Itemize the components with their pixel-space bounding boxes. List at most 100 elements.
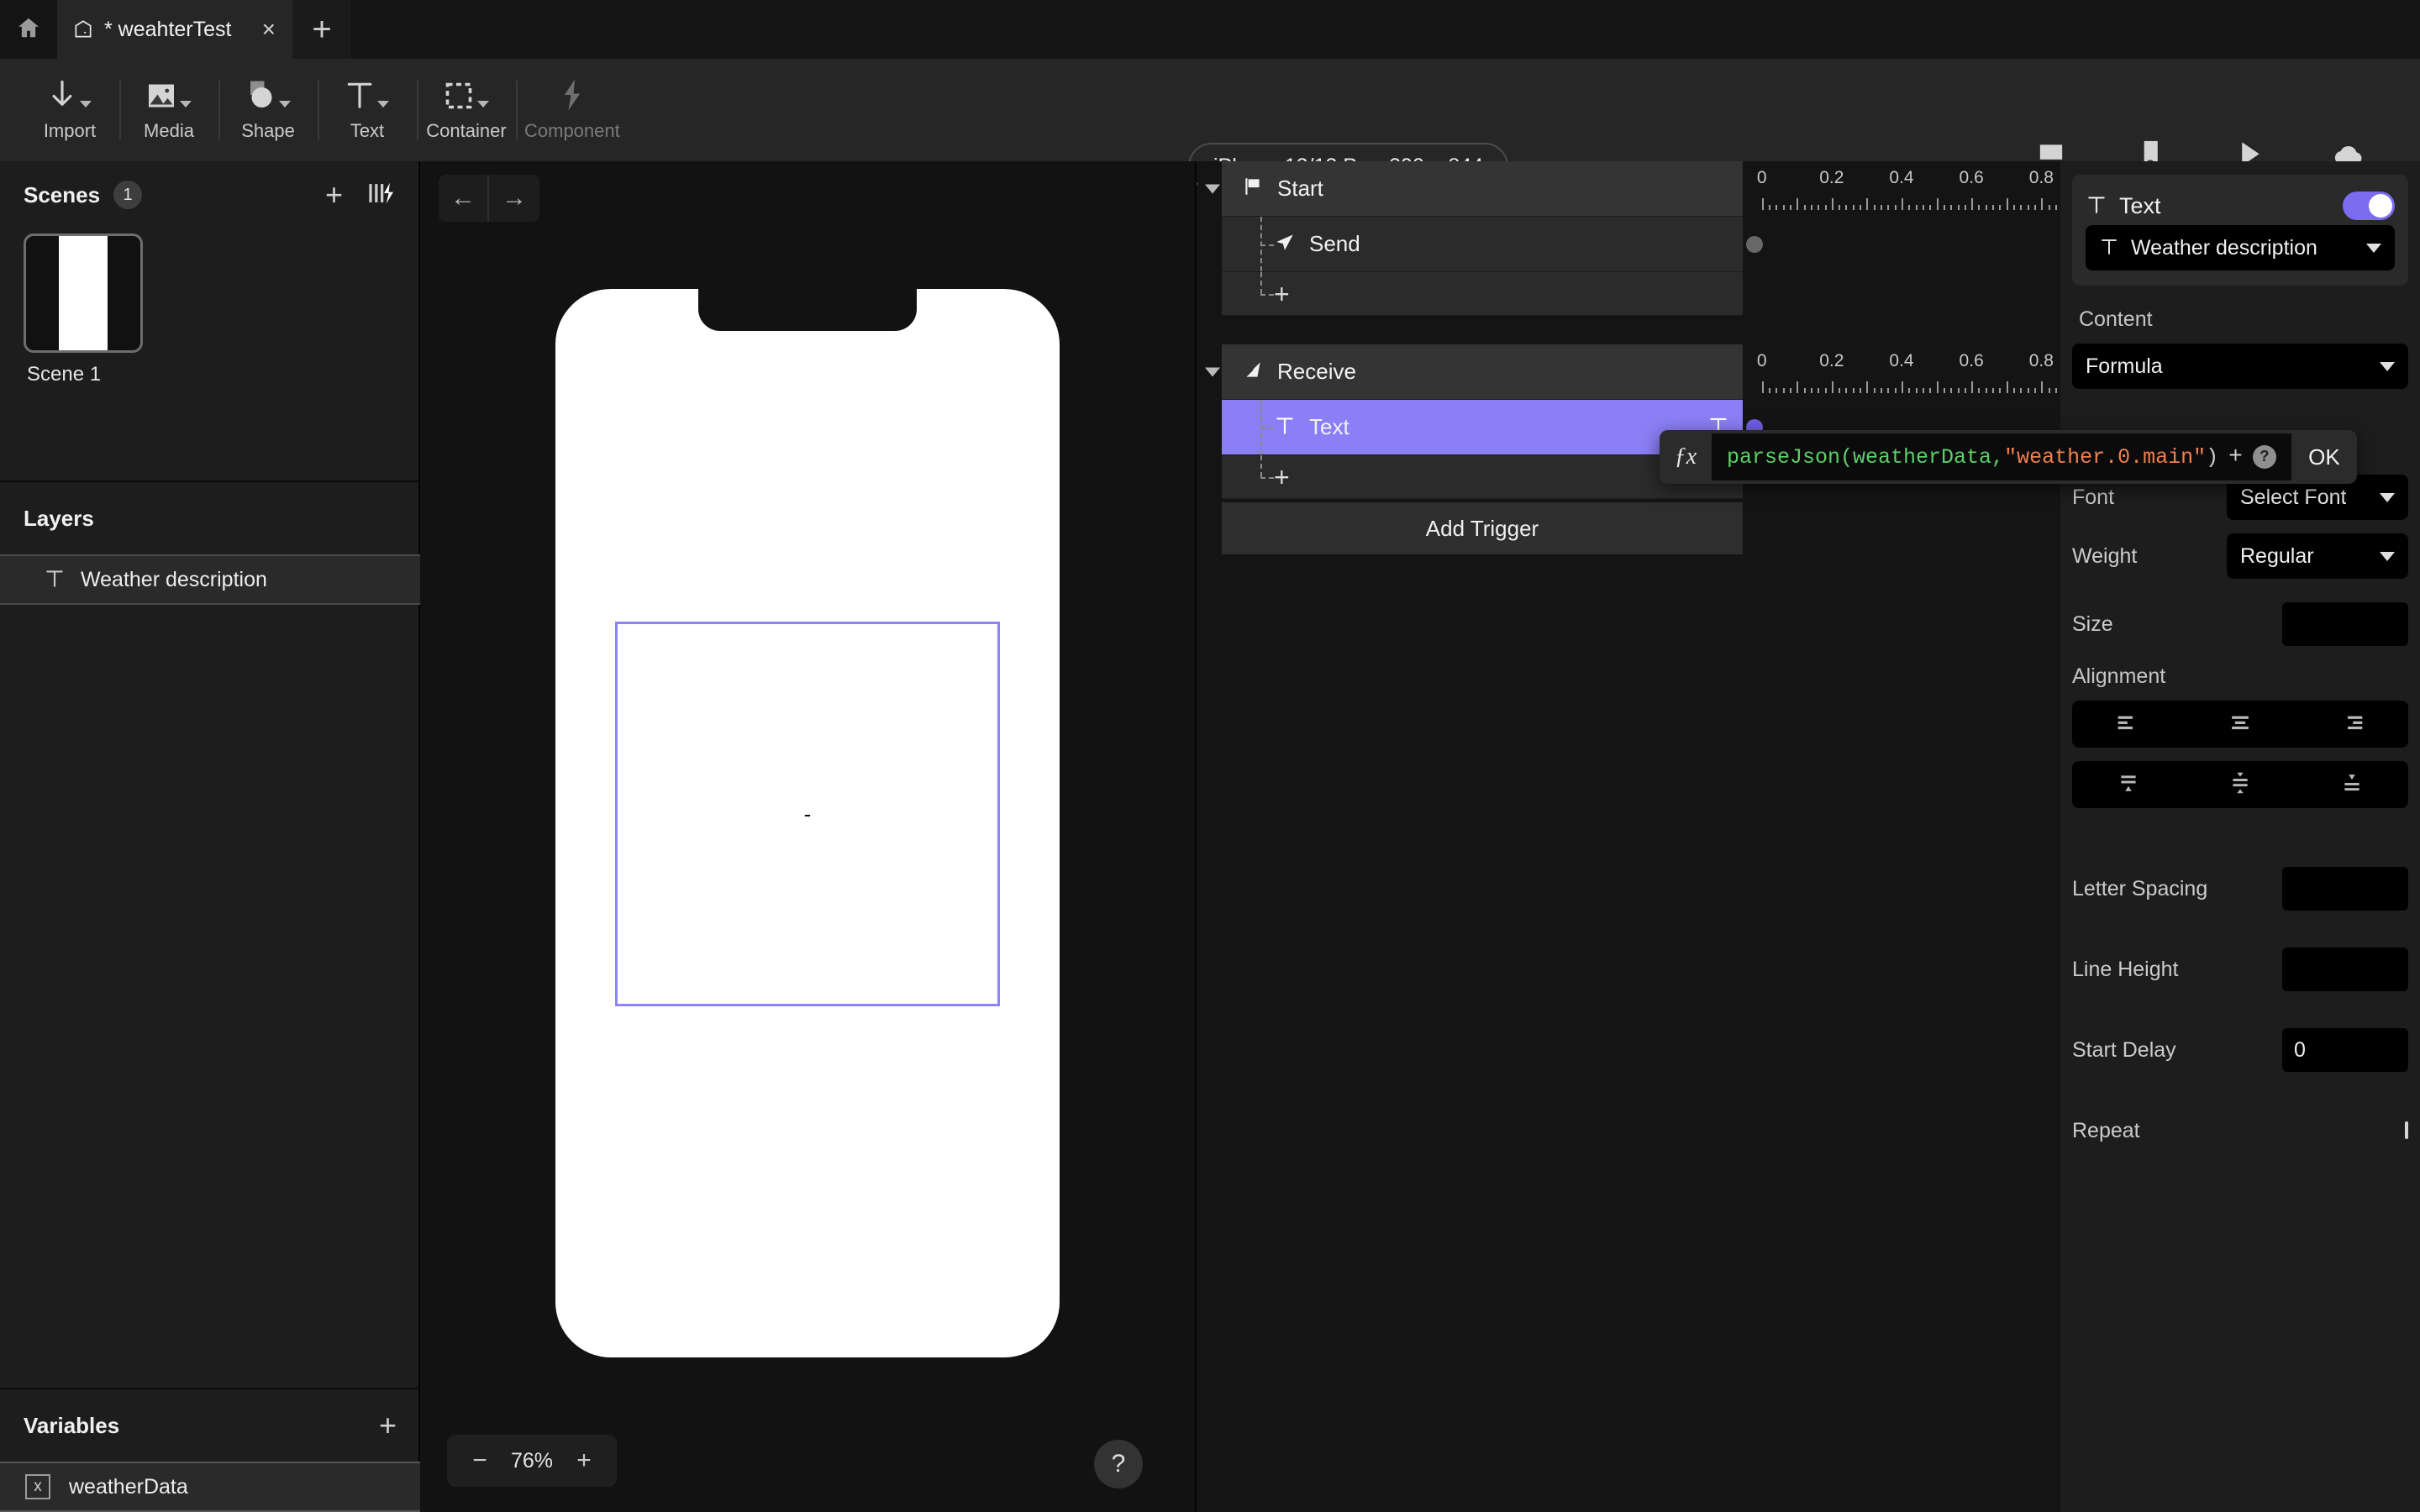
- target-layer-value: Weather description: [2131, 235, 2317, 260]
- ruler-labels: 0 0.2 0.4 0.6 0.8: [1743, 351, 2060, 376]
- toolbar-component[interactable]: Component: [516, 59, 629, 161]
- trigger-action-send[interactable]: Send: [1222, 217, 1743, 272]
- formula-ok-button[interactable]: OK: [2291, 430, 2357, 484]
- align-center-icon: [2227, 711, 2254, 738]
- plus-icon: +: [378, 1408, 397, 1442]
- timeline-start: 0 0.2 0.4 0.6 0.8: [1743, 161, 2060, 272]
- align-middle-button[interactable]: [2184, 761, 2296, 808]
- new-tab-button[interactable]: +: [292, 0, 351, 59]
- vertical-alignment-group: [2072, 761, 2408, 808]
- arrow-right-icon: →: [502, 184, 527, 212]
- formula-append-button[interactable]: +: [2228, 444, 2243, 470]
- align-bottom-button[interactable]: [2296, 761, 2408, 808]
- add-scene-button[interactable]: +: [325, 180, 343, 210]
- repeat-label: Repeat: [2072, 1118, 2140, 1142]
- toolbar-import-label: Import: [43, 119, 97, 141]
- text-t-icon: [44, 567, 66, 593]
- horizontal-alignment-group: [2072, 701, 2408, 748]
- repeat-checkbox[interactable]: [2405, 1121, 2408, 1139]
- selected-text-element[interactable]: -: [615, 622, 1000, 1006]
- add-variable-button[interactable]: +: [379, 1410, 397, 1441]
- variable-item[interactable]: x weatherData: [0, 1462, 420, 1512]
- toolbar-text-label: Text: [350, 119, 385, 141]
- tabbar-empty-space: [351, 0, 2420, 59]
- letter-spacing-row: Letter Spacing: [2072, 848, 2408, 929]
- zoom-in-button[interactable]: +: [570, 1448, 598, 1473]
- home-button[interactable]: [0, 0, 57, 59]
- add-action-start[interactable]: +: [1222, 272, 1743, 316]
- close-icon[interactable]: ×: [260, 18, 277, 41]
- timeline-ruler-receive: 0 0.2 0.4 0.6 0.8: [1743, 344, 2060, 400]
- start-delay-row: Start Delay 0: [2072, 1010, 2408, 1090]
- tree-line: [1260, 272, 1262, 294]
- trigger-group-header-start[interactable]: Start: [1222, 161, 1743, 217]
- formula-input[interactable]: parseJson(weatherData, "weather.0.main" …: [1712, 433, 2291, 480]
- disclosure-triangle-icon[interactable]: [1205, 367, 1220, 377]
- timeline-track-send[interactable]: [1743, 217, 2060, 272]
- formula-help-icon[interactable]: ?: [2252, 445, 2276, 469]
- formula-token-function: parseJson(weatherData,: [1727, 444, 2005, 470]
- nav-forward-button[interactable]: →: [489, 175, 539, 222]
- canvas-area[interactable]: ← → Scene 1 - − 76% + ?: [420, 161, 1197, 1512]
- trigger-action-label: Text: [1309, 414, 1349, 439]
- disclosure-triangle-icon[interactable]: [1205, 184, 1220, 194]
- chevron-down-icon[interactable]: [180, 100, 192, 108]
- add-trigger-button[interactable]: Add Trigger: [1222, 502, 1743, 554]
- ruler-tick-label: 0.8: [2028, 168, 2054, 187]
- content-type-value: Formula: [2086, 354, 2163, 378]
- scene-thumbnail-content: [59, 236, 108, 350]
- download-arrow-icon: [48, 78, 76, 116]
- chevron-down-icon: [2380, 492, 2395, 502]
- layer-item[interactable]: Weather description: [0, 554, 420, 605]
- ruler-tick-label: 0.8: [2028, 351, 2054, 370]
- chevron-down-icon[interactable]: [477, 100, 489, 108]
- toolbar-media[interactable]: Media: [119, 59, 218, 161]
- align-center-button[interactable]: [2184, 701, 2296, 748]
- size-row: Size: [2072, 584, 2408, 664]
- timeline-ruler-start: 0 0.2 0.4 0.6 0.8: [1743, 161, 2060, 217]
- nav-back-button[interactable]: ←: [439, 175, 489, 222]
- align-right-button[interactable]: [2296, 701, 2408, 748]
- start-delay-input[interactable]: 0: [2282, 1028, 2408, 1072]
- zoom-out-button[interactable]: −: [466, 1448, 494, 1473]
- start-delay-label: Start Delay: [2072, 1037, 2176, 1062]
- arrow-left-icon: ←: [450, 184, 476, 212]
- project-tab[interactable]: * weahterTest ×: [57, 0, 292, 59]
- ruler-tick-label: 0.4: [1889, 168, 1914, 187]
- letter-spacing-input[interactable]: [2282, 867, 2408, 911]
- trigger-group-start: Start Send + 0 0.2 0.4 0.6 0.8: [1198, 161, 2060, 316]
- toolbar-shape[interactable]: Shape: [218, 59, 318, 161]
- align-top-button[interactable]: [2072, 761, 2184, 808]
- content-type-select[interactable]: Formula: [2072, 344, 2408, 389]
- scene-thumbnail[interactable]: [24, 234, 143, 353]
- letter-spacing-label: Letter Spacing: [2072, 876, 2208, 900]
- chevron-down-icon[interactable]: [279, 100, 291, 108]
- weight-row: Weight Regular: [2072, 528, 2408, 584]
- scene-transition-button[interactable]: [366, 181, 395, 210]
- toolbar-import[interactable]: Import: [20, 59, 119, 161]
- chevron-down-icon[interactable]: [377, 100, 389, 108]
- device-mockup[interactable]: -: [555, 289, 1060, 1357]
- scenes-title: Scenes: [24, 181, 101, 207]
- fx-icon[interactable]: ƒx: [1660, 430, 1712, 484]
- text-enabled-toggle[interactable]: [2343, 192, 2395, 220]
- weight-select[interactable]: Regular: [2227, 533, 2408, 579]
- target-layer-select[interactable]: Weather description: [2086, 225, 2395, 270]
- size-input[interactable]: [2282, 602, 2408, 646]
- size-label: Size: [2072, 612, 2113, 636]
- ruler-ticks: [1743, 198, 2060, 210]
- plus-icon: +: [324, 177, 343, 212]
- trigger-group-header-receive[interactable]: Receive: [1222, 344, 1743, 400]
- toolbar-text[interactable]: Text: [318, 59, 417, 161]
- ruler-tick-label: 0.6: [1959, 351, 1984, 370]
- scene-card[interactable]: Scene 1: [24, 234, 143, 386]
- scenes-header: Scenes 1 +: [0, 161, 418, 228]
- toolbar-container[interactable]: Container: [417, 59, 516, 161]
- triggers-panel: Start Send + 0 0.2 0.4 0.6 0.8 Receive T…: [1198, 161, 2060, 1512]
- project-icon: [72, 18, 94, 40]
- chevron-down-icon[interactable]: [80, 100, 92, 108]
- help-button[interactable]: ?: [1094, 1440, 1143, 1488]
- align-left-button[interactable]: [2072, 701, 2184, 748]
- keyframe-marker[interactable]: [1746, 236, 1763, 253]
- line-height-input[interactable]: [2282, 948, 2408, 991]
